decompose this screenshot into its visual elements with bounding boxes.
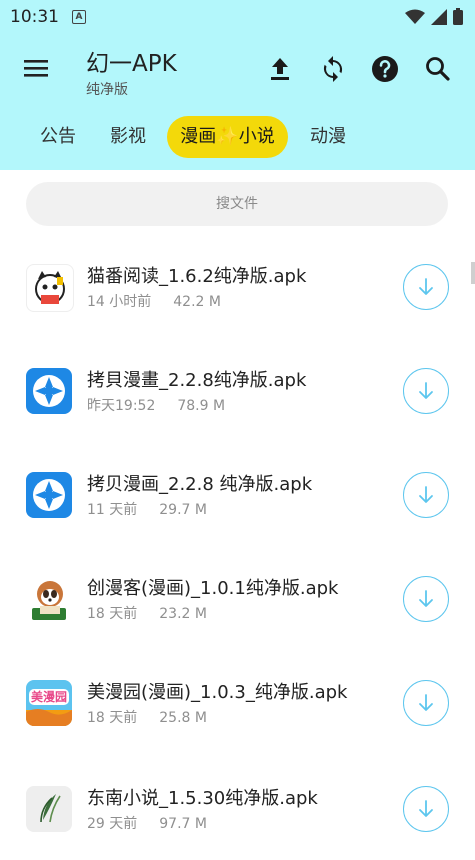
download-arrow-icon bbox=[419, 278, 433, 295]
copy-manga-icon bbox=[26, 472, 72, 518]
file-size: 42.2 M bbox=[173, 294, 221, 310]
file-time: 昨天19:52 bbox=[87, 398, 156, 414]
file-time: 18 天前 bbox=[87, 606, 138, 622]
search-icon[interactable] bbox=[423, 54, 453, 84]
list-item[interactable]: 东南小说_1.5.30纯净版.apk 29 天前 97.7 M bbox=[0, 756, 475, 860]
file-meta: 11 天前 29.7 M bbox=[87, 499, 207, 519]
file-meta: 29 天前 97.7 M bbox=[87, 813, 207, 833]
app-subtitle: 纯净版 bbox=[86, 82, 128, 98]
list-item[interactable]: 拷贝漫画_2.2.8 纯净版.apk 11 天前 29.7 M bbox=[0, 444, 475, 548]
copy-manga-icon bbox=[26, 368, 72, 414]
search-input[interactable]: 搜文件 bbox=[26, 182, 448, 226]
file-name: 创漫客(漫画)_1.0.1纯净版.apk bbox=[87, 578, 339, 599]
file-size: 78.9 M bbox=[177, 398, 226, 414]
file-name: 猫番阅读_1.6.2纯净版.apk bbox=[87, 266, 307, 287]
download-button[interactable] bbox=[403, 472, 449, 518]
file-name: 拷贝漫画_2.2.8 纯净版.apk bbox=[87, 474, 313, 495]
download-arrow-icon bbox=[419, 694, 433, 711]
download-button[interactable] bbox=[403, 264, 449, 310]
download-arrow-icon bbox=[419, 486, 433, 503]
raccoon-icon bbox=[26, 576, 72, 622]
file-name: 拷貝漫畫_2.2.8纯净版.apk bbox=[87, 370, 307, 391]
file-time: 11 天前 bbox=[87, 502, 138, 518]
feather-icon bbox=[26, 786, 72, 832]
tab-announcement[interactable]: 公告 bbox=[30, 116, 86, 158]
file-size: 29.7 M bbox=[159, 502, 207, 518]
cat-reader-icon bbox=[26, 264, 74, 312]
signal-icon bbox=[431, 8, 447, 25]
download-arrow-icon bbox=[419, 800, 433, 817]
file-time: 18 天前 bbox=[87, 710, 138, 726]
upload-icon[interactable] bbox=[265, 54, 295, 84]
file-size: 23.2 M bbox=[159, 606, 207, 622]
download-button[interactable] bbox=[403, 368, 449, 414]
menu-icon[interactable] bbox=[22, 54, 50, 82]
toolbar: 幻一APK 纯净版 bbox=[0, 34, 475, 104]
file-time: 29 天前 bbox=[87, 816, 138, 832]
file-size: 25.8 M bbox=[159, 710, 207, 726]
status-bar: 10:31 A bbox=[0, 0, 475, 34]
help-icon[interactable] bbox=[370, 54, 400, 84]
download-button[interactable] bbox=[403, 680, 449, 726]
download-arrow-icon bbox=[419, 382, 433, 399]
meimanyuan-icon: 美漫园 bbox=[26, 680, 72, 726]
list-item[interactable]: 美漫园 美漫园(漫画)_1.0.3_纯净版.apk 18 天前 25.8 M bbox=[0, 652, 475, 756]
list-item[interactable]: 创漫客(漫画)_1.0.1纯净版.apk 18 天前 23.2 M bbox=[0, 548, 475, 652]
status-icons bbox=[405, 8, 463, 25]
tab-movies[interactable]: 影视 bbox=[100, 116, 156, 158]
download-button[interactable] bbox=[403, 786, 449, 832]
app-header: 10:31 A 幻一APK 纯净版 公告 影视 漫画✨小说 动漫 bbox=[0, 0, 475, 170]
list-item[interactable]: 猫番阅读_1.6.2纯净版.apk 14 小时前 42.2 M bbox=[0, 236, 475, 340]
notification-icon: A bbox=[72, 10, 86, 24]
file-name: 美漫园(漫画)_1.0.3_纯净版.apk bbox=[87, 682, 348, 703]
download-button[interactable] bbox=[403, 576, 449, 622]
app-title: 幻一APK bbox=[86, 51, 177, 77]
file-time: 14 小时前 bbox=[87, 294, 152, 310]
status-time: 10:31 bbox=[10, 7, 59, 27]
file-meta: 昨天19:52 78.9 M bbox=[87, 395, 225, 415]
battery-icon bbox=[453, 8, 463, 25]
meimanyuan-logo-text: 美漫园 bbox=[30, 690, 67, 704]
file-size: 97.7 M bbox=[159, 816, 207, 832]
wifi-icon bbox=[405, 9, 425, 24]
file-meta: 18 天前 25.8 M bbox=[87, 707, 207, 727]
list-item[interactable]: 拷貝漫畫_2.2.8纯净版.apk 昨天19:52 78.9 M bbox=[0, 340, 475, 444]
file-meta: 14 小时前 42.2 M bbox=[87, 291, 221, 311]
tab-comics-novels[interactable]: 漫画✨小说 bbox=[167, 116, 288, 158]
file-meta: 18 天前 23.2 M bbox=[87, 603, 207, 623]
download-arrow-icon bbox=[419, 590, 433, 607]
tab-anime[interactable]: 动漫 bbox=[300, 116, 356, 158]
sync-icon[interactable] bbox=[318, 54, 348, 84]
category-tabs: 公告 影视 漫画✨小说 动漫 bbox=[0, 116, 475, 158]
file-name: 东南小说_1.5.30纯净版.apk bbox=[87, 788, 318, 809]
